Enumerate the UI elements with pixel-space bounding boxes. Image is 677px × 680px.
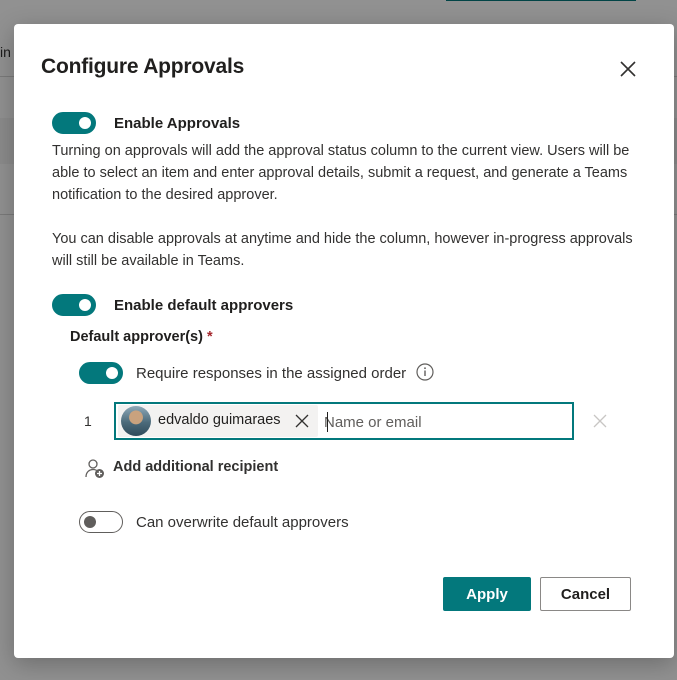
dialog-title: Configure Approvals bbox=[41, 55, 245, 78]
enable-default-approvers-toggle[interactable] bbox=[52, 294, 96, 316]
require-order-label: Require responses in the assigned order bbox=[136, 365, 407, 382]
required-marker: * bbox=[206, 329, 213, 345]
add-person-icon bbox=[85, 459, 104, 478]
enable-approvals-label: Enable Approvals bbox=[114, 115, 241, 132]
cancel-button[interactable]: Cancel bbox=[540, 577, 631, 611]
approver-row-index: 1 bbox=[84, 413, 92, 429]
approvals-disable-note: You can disable approvals at anytime and… bbox=[52, 231, 633, 269]
avatar bbox=[121, 406, 151, 436]
text-caret bbox=[327, 412, 328, 432]
add-additional-recipient-label: Add additional recipient bbox=[113, 459, 279, 475]
require-order-toggle[interactable] bbox=[79, 362, 123, 384]
configure-approvals-dialog: Configure Approvals Enable Approvals Tur… bbox=[14, 24, 674, 658]
approvals-description: Turning on approvals will add the approv… bbox=[52, 143, 630, 203]
default-approvers-label: Default approver(s) * bbox=[70, 329, 213, 345]
people-picker[interactable]: edvaldo guimaraes bbox=[114, 402, 574, 440]
selected-person-name: edvaldo guimaraes bbox=[158, 412, 281, 428]
remove-approver-row-icon[interactable] bbox=[592, 413, 608, 429]
enable-default-approvers-label: Enable default approvers bbox=[114, 297, 294, 314]
info-icon[interactable] bbox=[416, 363, 434, 381]
enable-approvals-toggle[interactable] bbox=[52, 112, 96, 134]
apply-button[interactable]: Apply bbox=[443, 577, 531, 611]
can-overwrite-toggle[interactable] bbox=[79, 511, 123, 533]
remove-person-icon[interactable] bbox=[294, 413, 310, 429]
default-approvers-label-text: Default approver(s) bbox=[70, 329, 203, 345]
can-overwrite-label: Can overwrite default approvers bbox=[136, 514, 349, 531]
name-or-email-input[interactable] bbox=[324, 408, 564, 436]
selected-person-chip[interactable]: edvaldo guimaraes bbox=[118, 405, 318, 437]
close-icon[interactable] bbox=[617, 58, 639, 80]
